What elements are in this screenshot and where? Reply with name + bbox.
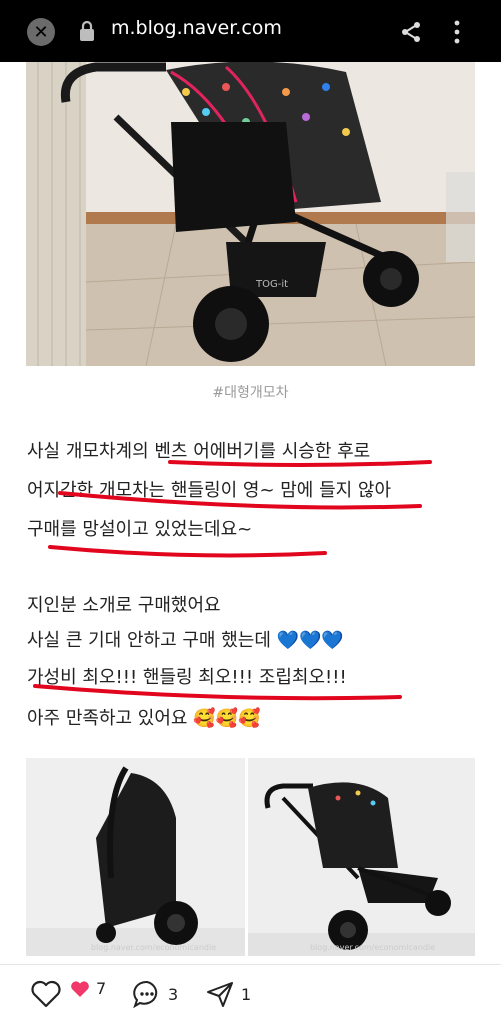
comment-icon <box>133 980 158 1009</box>
post-text-line: 가성비 최오!!! 핸들링 최오!!! 조립최오!!! <box>27 667 347 688</box>
post-text-line: 아주 만족하고 있어요 🥰🥰🥰 <box>27 708 261 729</box>
comment-button[interactable]: 3 <box>132 979 178 1009</box>
heart-filled-icon <box>71 980 89 997</box>
side-stroller-photo[interactable]: blog.naver.com/economicandle <box>248 758 475 956</box>
post-action-bar: 7 3 1 <box>0 964 501 1025</box>
likes-count: 7 <box>96 979 107 998</box>
folded-stroller-photo[interactable]: blog.naver.com/economicandle <box>26 758 245 956</box>
shares-count: 1 <box>241 984 252 1004</box>
share-button[interactable]: 1 <box>205 979 251 1009</box>
heart-outline-icon[interactable] <box>30 979 62 1009</box>
like-button[interactable] <box>30 979 62 1009</box>
watermark-text: blog.naver.com/economicandle <box>91 943 216 952</box>
post-text-line: 지인분 소개로 구매했어요 <box>27 595 221 616</box>
send-icon <box>207 982 233 1007</box>
post-text-line: 사실 큰 기대 안하고 구매 했는데 💙💙💙 <box>27 630 344 651</box>
comments-count: 3 <box>168 984 179 1004</box>
like-count[interactable]: 7 <box>70 979 106 998</box>
watermark-text: blog.naver.com/economicandle <box>310 943 435 952</box>
